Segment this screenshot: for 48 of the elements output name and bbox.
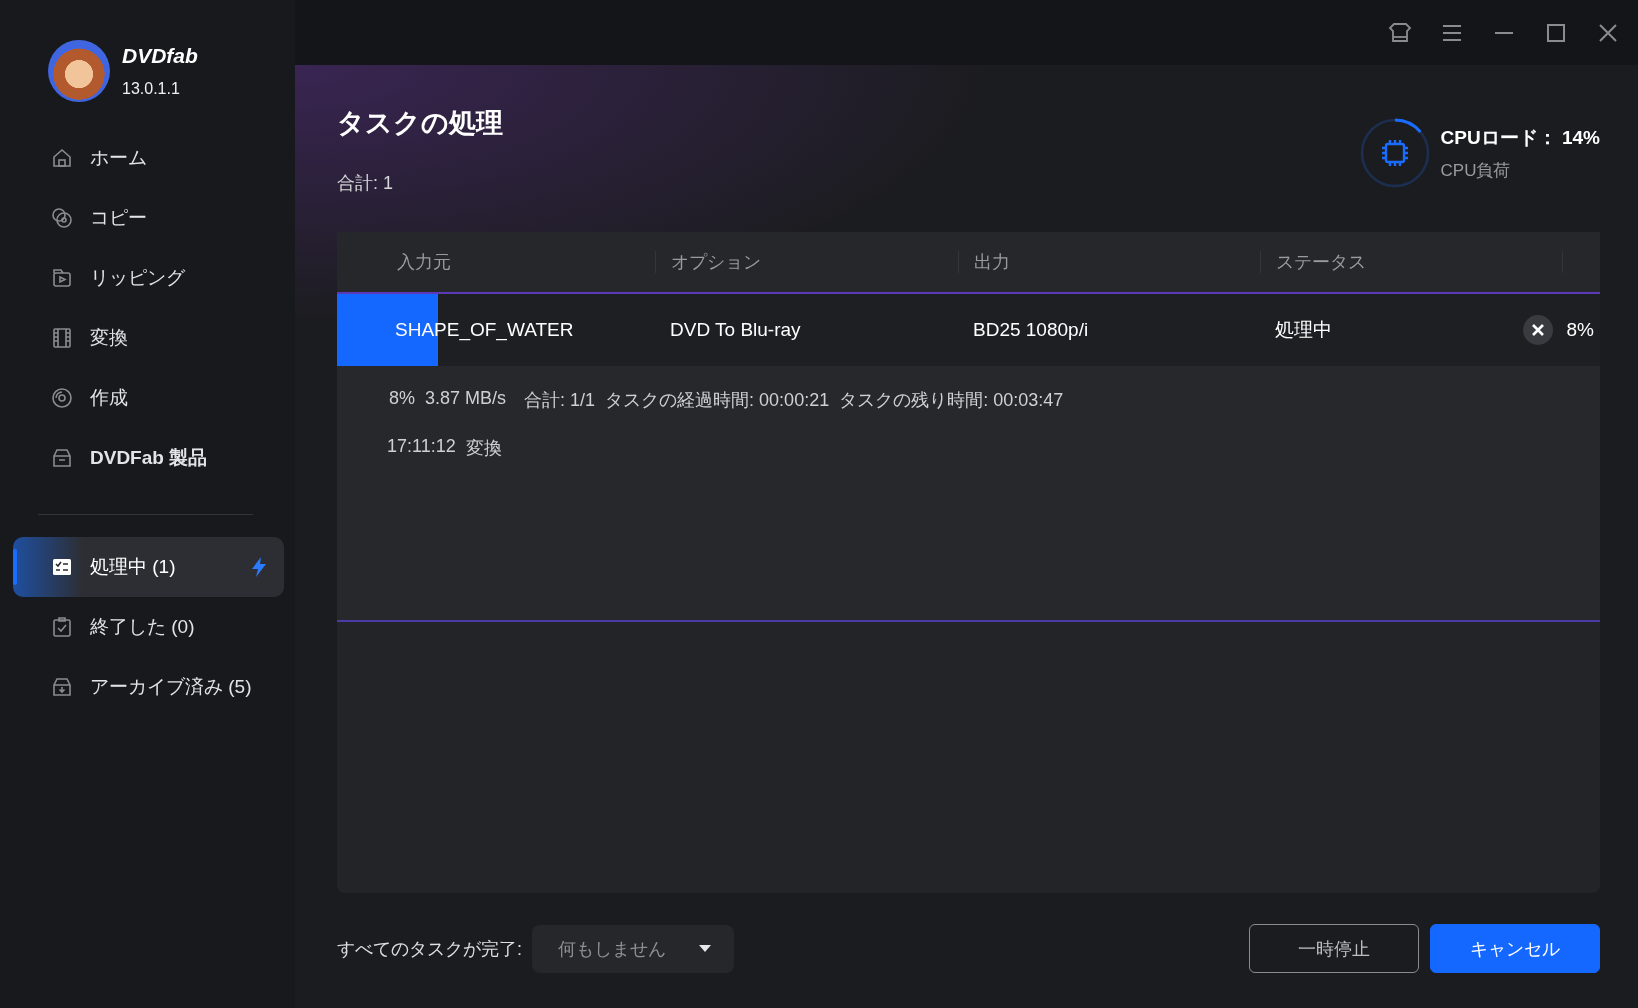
- progress-detail: 合計: 1/1: [524, 389, 596, 412]
- column-header: 出力: [974, 251, 1010, 273]
- app-name: DVDfab: [122, 44, 198, 68]
- sidebar-item[interactable]: ホーム: [13, 128, 284, 188]
- sidebar-item[interactable]: リッピング: [13, 248, 284, 308]
- progress-detail: 8%: [389, 388, 415, 410]
- progress-detail: 3.87 MB/s: [425, 388, 507, 410]
- app-version: 13.0.1.1: [122, 80, 180, 98]
- sidebar-item[interactable]: 終了した (0): [13, 597, 284, 657]
- shirt-icon[interactable]: [1388, 20, 1412, 45]
- discs-icon: [51, 207, 73, 229]
- cancel-task-button[interactable]: [1522, 315, 1553, 345]
- page-title: タスクの処理: [337, 107, 503, 140]
- sidebar-item[interactable]: DVDFab 製品: [13, 428, 284, 488]
- cpu-caption: CPU負荷: [1440, 159, 1511, 182]
- table-cell: DVD To Blu-ray: [670, 319, 801, 341]
- sidebar-item[interactable]: 作成: [13, 368, 284, 428]
- pause-button[interactable]: 一時停止: [1249, 924, 1419, 973]
- caret-icon: [698, 944, 712, 953]
- sidebar-item[interactable]: アーカイブ済み (5): [13, 657, 284, 717]
- close-icon: [1530, 323, 1545, 337]
- table-cell-text: 処理中: [1275, 318, 1332, 342]
- house-icon: [51, 147, 73, 169]
- checklist-icon: [51, 556, 73, 578]
- task-total: 合計: 1: [337, 172, 393, 195]
- table-cell: BD25 1080p/i: [973, 319, 1089, 341]
- folder-play-icon: [51, 267, 73, 289]
- completion-action-dropdown[interactable]: 何もしません: [532, 924, 734, 973]
- archive-box-icon: [51, 676, 73, 698]
- sidebar-item[interactable]: 変換: [13, 308, 284, 368]
- log-entry: 変換: [465, 437, 502, 460]
- sidebar-item[interactable]: 処理中 (1): [13, 537, 284, 597]
- sidebar-item[interactable]: コピー: [13, 188, 284, 248]
- box-icon: [51, 447, 73, 469]
- film-icon: [51, 327, 73, 349]
- column-header: 入力元: [397, 251, 451, 273]
- lightning-icon: [250, 556, 268, 578]
- progress-percent: 8%: [1566, 319, 1594, 341]
- completion-label: すべてのタスクが完了:: [337, 937, 522, 961]
- column-header: オプション: [671, 251, 761, 273]
- clipboard-check-icon: [51, 616, 73, 638]
- disc-icon: [51, 387, 73, 409]
- cancel-button[interactable]: キャンセル: [1430, 924, 1600, 973]
- progress-detail: タスクの残り時間: 00:03:47: [839, 389, 1064, 412]
- progress-detail: タスクの経過時間: 00:00:21: [605, 389, 830, 412]
- column-header: ステータス: [1276, 251, 1366, 273]
- log-entry: 17:11:12: [387, 436, 456, 458]
- cpu-load-label: CPUロード： 14%: [1440, 125, 1600, 150]
